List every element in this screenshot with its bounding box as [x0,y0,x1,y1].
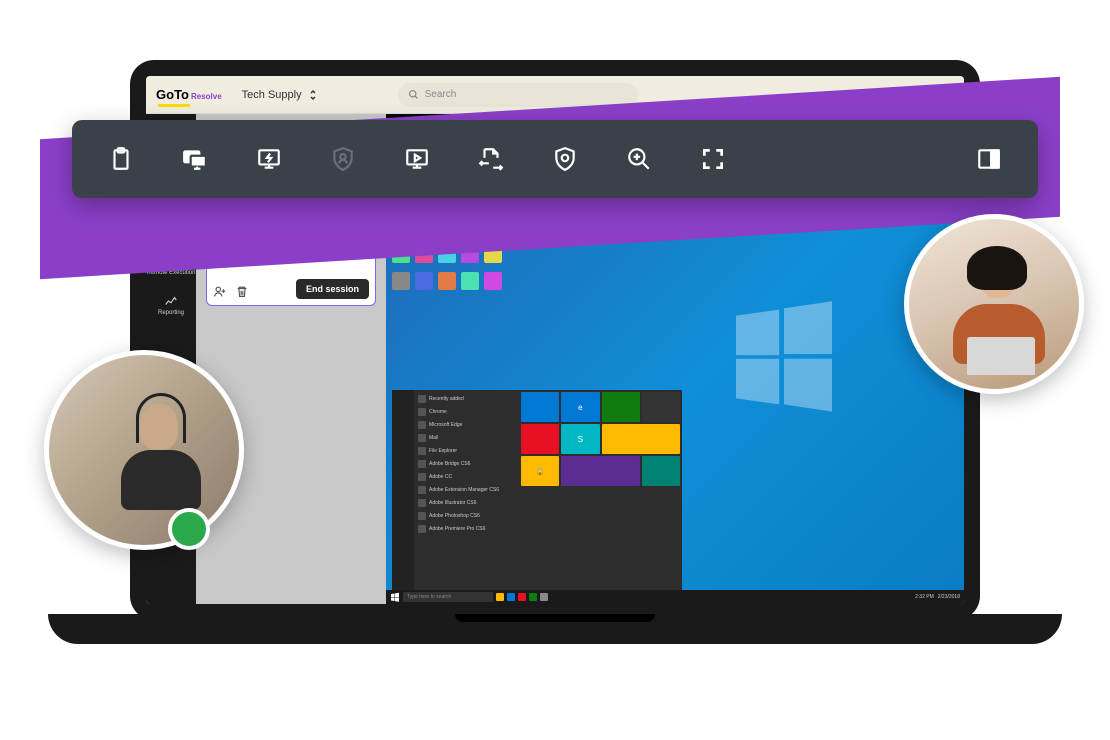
org-selector[interactable]: Tech Supply [234,85,326,105]
taskbar-search[interactable]: Type here to search [403,592,493,602]
start-list-item[interactable]: Adobe Photoshop CS6 [416,511,517,521]
live-tile[interactable] [602,392,640,422]
live-tile[interactable] [642,456,680,486]
logo-underline [158,104,190,107]
logo-text-to: To [174,87,189,102]
power-monitor-icon[interactable] [256,146,282,172]
taskbar-app-icon[interactable] [496,593,504,601]
windows-start-icon[interactable] [390,592,400,602]
live-tile[interactable] [642,392,680,422]
shield-icon[interactable] [552,146,578,172]
start-list-item[interactable]: Adobe Bridge CS6 [416,459,517,469]
start-list-item[interactable]: Adobe Illustrator CS6 [416,498,517,508]
live-tile[interactable] [561,456,640,486]
taskbar-app-icon[interactable] [540,593,548,601]
shield-user-icon[interactable] [330,146,356,172]
desktop-icon[interactable] [484,272,502,290]
org-name: Tech Supply [242,89,302,101]
remote-session-toolbar [72,120,1038,198]
live-tile[interactable] [602,424,681,454]
start-list-item[interactable]: Adobe CC [416,472,517,482]
sidebar-item-reporting[interactable]: Reporting [158,294,184,316]
live-tile[interactable]: e [561,392,599,422]
start-menu-rail [392,390,414,590]
live-tile[interactable] [521,392,559,422]
logo-product: Resolve [191,92,222,101]
headset-icon [136,393,186,443]
taskbar-time: 2:32 PM [915,594,934,600]
monitors-icon[interactable] [182,146,208,172]
search-placeholder: Search [425,89,457,100]
taskbar-app-icon[interactable] [529,593,537,601]
desktop-icon[interactable] [461,272,479,290]
screen-play-icon[interactable] [404,146,430,172]
end-user-photo [904,214,1084,394]
goto-resolve-logo: GoTo Resolve [156,87,222,102]
start-list-item[interactable]: Microsoft Edge [416,420,517,430]
support-agent-photo [44,350,244,550]
file-transfer-icon[interactable] [478,146,504,172]
start-list-item[interactable]: Adobe Premiere Pro CS6 [416,524,517,534]
start-menu-tiles: e S 🔒 [519,390,682,590]
photo-laptop [967,337,1035,375]
start-list-item[interactable]: File Explorer [416,446,517,456]
live-tile[interactable]: S [561,424,599,454]
session-actions [213,285,249,299]
chart-line-icon [164,294,178,308]
toolbar-icon-group [108,146,726,172]
fullscreen-icon[interactable] [700,146,726,172]
taskbar-date: 2/23/2018 [938,594,960,600]
logo-text-go: Go [156,87,174,102]
start-menu-app-list: Recently added Chrome Microsoft Edge Mai… [414,390,519,590]
windows-logo-icon [724,294,844,414]
windows-taskbar[interactable]: Type here to search 2:32 PM 2/23/2018 [386,590,964,604]
zoom-in-icon[interactable] [626,146,652,172]
start-list-item[interactable]: Mail [416,433,517,443]
start-list-item[interactable]: Adobe Extension Manager CS6 [416,485,517,495]
desktop-icon[interactable] [392,272,410,290]
chevron-updown-icon [308,89,318,101]
laptop-notch [455,614,655,622]
start-list-item[interactable]: Recently added [416,394,517,404]
panel-toggle-icon[interactable] [976,146,1002,172]
clipboard-icon[interactable] [108,146,134,172]
desktop-icon[interactable] [438,272,456,290]
search-icon [408,89,419,100]
windows-start-menu[interactable]: Recently added Chrome Microsoft Edge Mai… [392,390,682,590]
sidebar-label: Reporting [158,310,184,316]
taskbar-app-icon[interactable] [507,593,515,601]
taskbar-tray[interactable]: 2:32 PM 2/23/2018 [915,594,960,600]
trash-icon[interactable] [235,285,249,299]
online-status-indicator [168,508,210,550]
start-list-item[interactable]: Chrome [416,407,517,417]
photo-hair [967,246,1027,290]
desktop-icon[interactable] [415,272,433,290]
add-user-icon[interactable] [213,285,227,299]
global-search[interactable]: Search [398,83,638,107]
windows-desktop[interactable]: Recently added Chrome Microsoft Edge Mai… [386,214,964,604]
live-tile[interactable] [521,424,559,454]
end-session-button[interactable]: End session [296,279,369,299]
taskbar-app-icon[interactable] [518,593,526,601]
live-tile[interactable]: 🔒 [521,456,559,486]
